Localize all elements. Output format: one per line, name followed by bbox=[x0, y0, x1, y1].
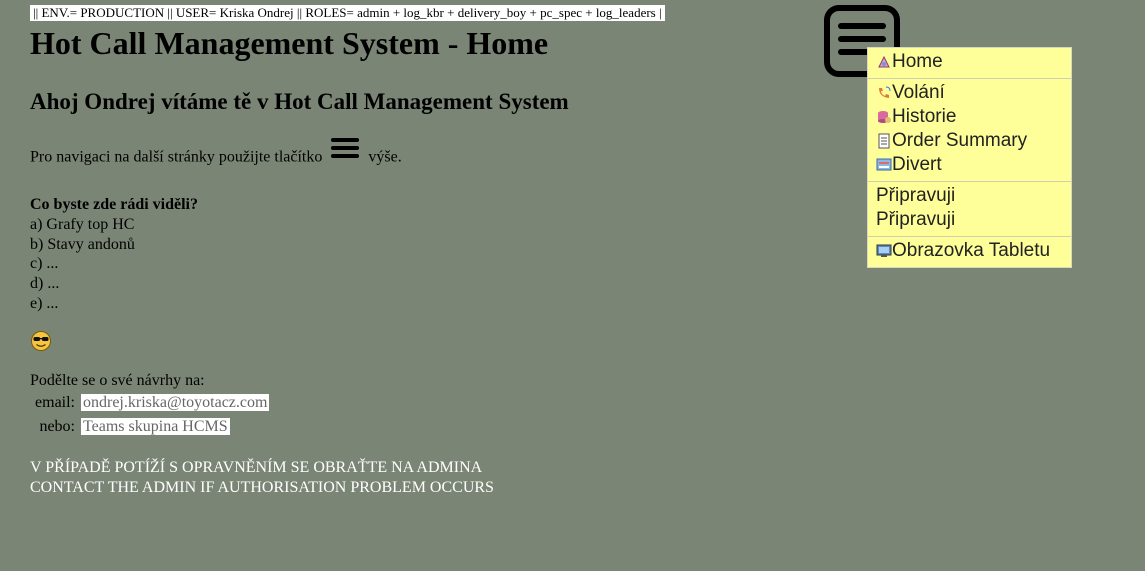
menu-item-obrazovka-tabletu[interactable]: Obrazovka Tabletu bbox=[868, 239, 1071, 263]
menu-item-home[interactable]: Home bbox=[868, 50, 1071, 74]
menu-group-main: Volání Historie Order Summary Divert bbox=[868, 79, 1071, 182]
menu-item-label: Obrazovka Tabletu bbox=[892, 240, 1051, 261]
menu-item-divert[interactable]: Divert bbox=[868, 153, 1071, 177]
wishes-section: Co byste zde rádi viděli? a) Grafy top H… bbox=[30, 195, 198, 314]
menu-item-pripravuji[interactable]: Připravuji bbox=[868, 184, 1071, 208]
database-icon bbox=[876, 109, 892, 125]
menu-group-tablet: Obrazovka Tabletu bbox=[868, 237, 1071, 267]
warning-line-cz: V PŘÍPADĚ POTÍŽÍ S OPRAVNĚNÍM SE OBRAŤTE… bbox=[30, 459, 483, 476]
menu-item-label: Připravuji bbox=[876, 185, 956, 206]
menu-group-home: Home bbox=[868, 48, 1071, 79]
menu-item-volani[interactable]: Volání bbox=[868, 81, 1071, 105]
email-link[interactable]: ondrej.kriska@toyotacz.com bbox=[81, 394, 270, 411]
email-row: email: ondrej.kriska@toyotacz.com bbox=[30, 393, 270, 413]
menu-group-upcoming: Připravuji Připravuji bbox=[868, 182, 1071, 237]
authorisation-warning: V PŘÍPADĚ POTÍŽÍ S OPRAVNĚNÍM SE OBRAŤTE… bbox=[30, 458, 494, 498]
monitor-icon bbox=[876, 243, 892, 259]
menu-item-label: Volání bbox=[892, 82, 945, 103]
wish-item: b) Stavy andonů bbox=[30, 235, 135, 253]
page-title: Hot Call Management System - Home bbox=[30, 25, 549, 61]
navigation-menu: Home Volání Historie Order Summary Diver… bbox=[867, 47, 1072, 268]
document-icon bbox=[876, 133, 892, 149]
menu-item-label: Historie bbox=[892, 106, 957, 127]
warning-line-en: CONTACT THE ADMIN IF AUTHORISATION PROBL… bbox=[30, 479, 494, 496]
menu-item-pripravuji[interactable]: Připravuji bbox=[868, 208, 1071, 232]
menu-item-label: Divert bbox=[892, 154, 942, 175]
navigation-hint: Pro navigaci na další stránky použijte t… bbox=[30, 138, 402, 174]
phone-icon bbox=[876, 85, 892, 101]
wish-item: d) ... bbox=[30, 275, 60, 293]
divert-icon bbox=[876, 157, 892, 173]
welcome-heading: Ahoj Ondrej vítáme tě v Hot Call Managem… bbox=[30, 89, 569, 114]
menu-item-label: Order Summary bbox=[892, 130, 1028, 151]
nav-hint-text: Pro navigaci na další stránky použijte t… bbox=[30, 148, 323, 166]
teams-link[interactable]: Teams skupina HCMS bbox=[81, 418, 230, 435]
sunglasses-smiley-icon bbox=[31, 331, 51, 351]
or-label: nebo: bbox=[39, 418, 75, 435]
nav-hint-text-after: výše. bbox=[368, 148, 402, 166]
menu-item-order-summary[interactable]: Order Summary bbox=[868, 129, 1071, 153]
home-icon bbox=[876, 54, 892, 70]
menu-item-historie[interactable]: Historie bbox=[868, 105, 1071, 129]
email-label: email: bbox=[35, 394, 75, 411]
suggestions-label: Podělte se o své návrhy na: bbox=[30, 372, 205, 389]
teams-row: nebo: Teams skupina HCMS bbox=[30, 417, 230, 437]
hamburger-icon bbox=[330, 136, 360, 168]
wish-item: c) ... bbox=[30, 255, 59, 273]
menu-item-label: Home bbox=[892, 51, 943, 72]
wishes-heading: Co byste zde rádi viděli? bbox=[30, 196, 198, 213]
menu-item-label: Připravuji bbox=[876, 209, 956, 230]
environment-bar: || ENV.= PRODUCTION || USER= Kriska Ondr… bbox=[30, 5, 665, 21]
wish-item: e) ... bbox=[30, 294, 59, 312]
wish-item: a) Grafy top HC bbox=[30, 215, 135, 233]
